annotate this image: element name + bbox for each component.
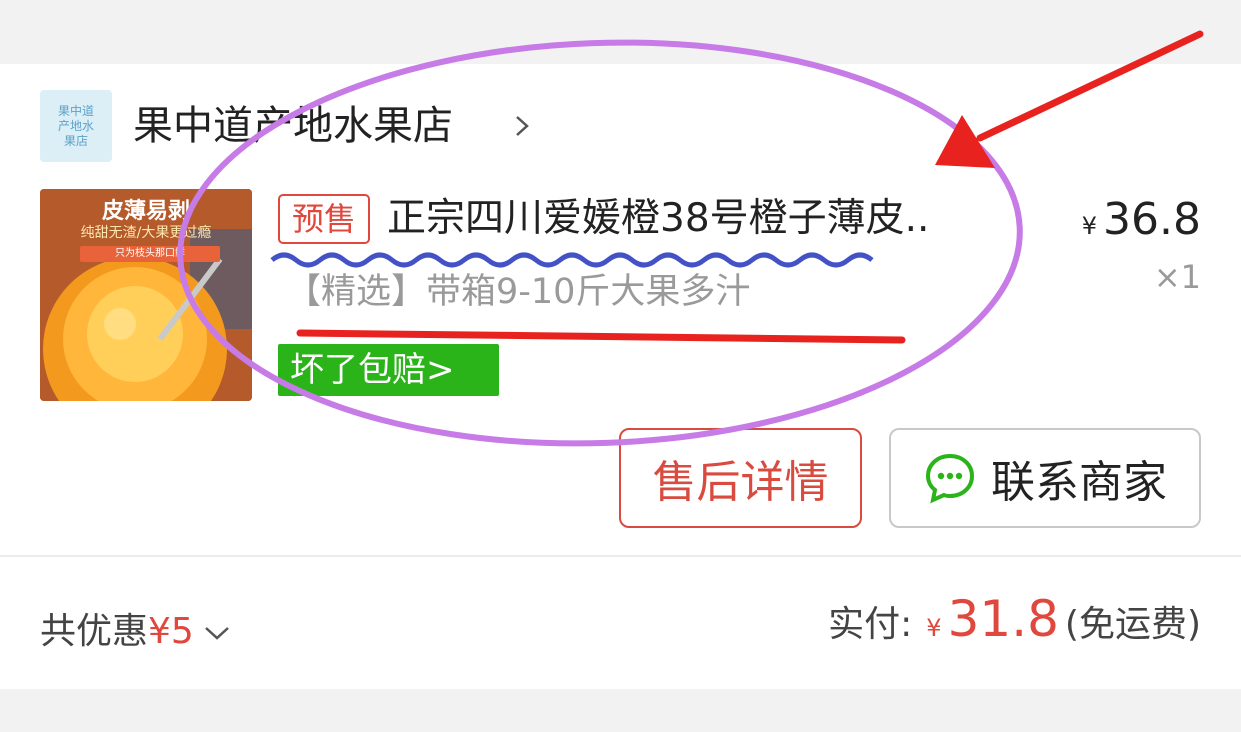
contact-seller-label: 联系商家 <box>991 457 1167 508</box>
product-sku: 【精选】带箱9-10斤大果多汁 <box>286 272 751 312</box>
paid-currency: ¥ <box>926 614 942 642</box>
price-currency: ¥ <box>1081 212 1098 240</box>
paid-label: 实付: <box>828 604 913 645</box>
product-price: ¥36.8 <box>1082 194 1201 245</box>
paid-total: 实付: ¥31.8 (免运费) <box>828 590 1201 648</box>
shipping-note: (免运费) <box>1064 604 1201 645</box>
order-card: 果中道 产地水 果店 果中道产地水果店 皮薄易剥 纯甜无渣/大果更过瘾 只为枝头… <box>0 64 1241 689</box>
after-sales-button[interactable]: 售后详情 <box>619 428 862 528</box>
chevron-down-icon <box>204 627 229 640</box>
thumbnail-subline: 纯甜无渣/大果更过瘾 <box>80 225 212 241</box>
discount-amount: ¥5 <box>148 611 194 652</box>
price-value: 36.8 <box>1103 194 1201 245</box>
after-sales-label: 售后详情 <box>652 457 829 508</box>
paid-amount: 31.8 <box>947 590 1059 648</box>
product-thumbnail[interactable]: 皮薄易剥 纯甜无渣/大果更过瘾 只为枝头那口鲜 <box>40 189 252 401</box>
product-quantity: ×1 <box>1153 258 1201 296</box>
product-title[interactable]: 正宗四川爱媛橙38号橙子薄皮.. <box>387 194 1017 244</box>
shop-name[interactable]: 果中道产地水果店 <box>133 102 453 150</box>
discount-toggle[interactable]: 共优惠¥5 <box>40 602 232 654</box>
discount-label: 共优惠 <box>40 611 149 652</box>
chat-bubble-icon <box>925 453 975 504</box>
thumbnail-headline: 皮薄易剥 <box>101 199 190 224</box>
presale-tag: 预售 <box>278 194 370 244</box>
divider <box>0 555 1241 557</box>
guarantee-badge[interactable]: 坏了包赔> <box>278 344 499 396</box>
contact-seller-button[interactable]: 联系商家 <box>889 428 1201 528</box>
chevron-right-icon[interactable] <box>508 112 536 140</box>
shop-logo[interactable]: 果中道 产地水 果店 <box>40 90 112 162</box>
thumbnail-band: 只为枝头那口鲜 <box>80 246 220 262</box>
